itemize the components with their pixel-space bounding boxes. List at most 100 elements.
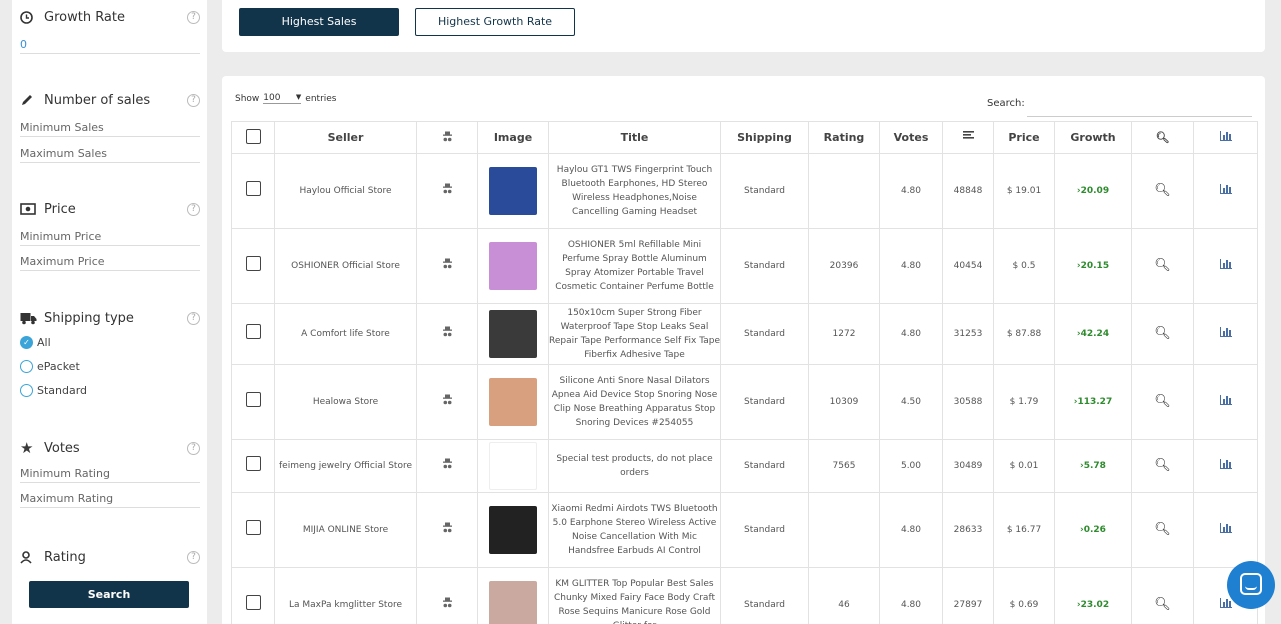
chart-icon[interactable] xyxy=(1219,597,1232,608)
help-icon[interactable]: ? xyxy=(187,10,200,24)
search-icon[interactable]: 🔍︎ xyxy=(1154,394,1171,409)
help-icon[interactable]: ? xyxy=(187,93,200,107)
seller-cell[interactable]: A Comfort life Store xyxy=(274,303,417,365)
column-shipping[interactable]: Shipping xyxy=(720,121,809,154)
row-checkbox[interactable] xyxy=(245,595,261,610)
seller-cell[interactable]: Haylou Official Store xyxy=(274,153,417,229)
search-icon[interactable]: 🔍︎ xyxy=(1154,326,1171,341)
product-image[interactable] xyxy=(489,310,537,358)
stats-cell[interactable] xyxy=(1193,303,1258,365)
product-image[interactable] xyxy=(489,242,537,290)
row-checkbox[interactable] xyxy=(245,392,261,407)
highest-sales-button[interactable]: Highest Sales xyxy=(239,8,399,36)
view-cell[interactable]: 🔍︎ xyxy=(1131,364,1194,440)
spy-cell[interactable] xyxy=(416,303,478,365)
row-checkbox[interactable] xyxy=(245,256,261,271)
table-search-input[interactable] xyxy=(1027,116,1252,117)
image-cell[interactable] xyxy=(477,492,549,568)
view-cell[interactable]: 🔍︎ xyxy=(1131,228,1194,304)
page-size-select[interactable]: 100 ▼ xyxy=(263,93,302,104)
search-icon[interactable]: 🔍︎ xyxy=(1154,258,1171,273)
search-icon[interactable]: 🔍︎ xyxy=(1154,597,1171,612)
stats-cell[interactable] xyxy=(1193,153,1258,229)
column-spy[interactable] xyxy=(416,121,478,154)
row-select-cell[interactable] xyxy=(231,439,275,493)
chart-icon[interactable] xyxy=(1219,394,1232,405)
image-cell[interactable] xyxy=(477,567,549,624)
view-cell[interactable]: 🔍︎ xyxy=(1131,492,1194,568)
title-cell[interactable]: OSHIONER 5ml Refillable Mini Perfume Spr… xyxy=(548,228,721,304)
search-icon[interactable]: 🔍︎ xyxy=(1154,522,1171,537)
help-icon[interactable]: ? xyxy=(187,311,200,325)
column-image[interactable]: Image xyxy=(477,121,549,154)
maximum-rating-input[interactable]: Maximum Rating xyxy=(20,488,200,508)
column-seller[interactable]: Seller xyxy=(274,121,417,154)
title-cell[interactable]: Silicone Anti Snore Nasal Dilators Apnea… xyxy=(548,364,721,440)
row-select-cell[interactable] xyxy=(231,153,275,229)
view-cell[interactable]: 🔍︎ xyxy=(1131,439,1194,493)
image-cell[interactable] xyxy=(477,439,549,493)
row-checkbox[interactable] xyxy=(245,181,261,196)
highest-growth-rate-button[interactable]: Highest Growth Rate xyxy=(415,8,575,36)
view-cell[interactable]: 🔍︎ xyxy=(1131,303,1194,365)
stats-cell[interactable] xyxy=(1193,492,1258,568)
column-votes[interactable]: Votes xyxy=(879,121,943,154)
image-cell[interactable] xyxy=(477,228,549,304)
view-cell[interactable]: 🔍︎ xyxy=(1131,153,1194,229)
search-button[interactable]: Search xyxy=(29,581,189,608)
maximum-sales-input[interactable]: Maximum Sales xyxy=(20,143,200,163)
search-icon[interactable]: 🔍︎ xyxy=(1154,183,1171,198)
column-price[interactable]: Price xyxy=(993,121,1055,154)
shipping-option-epacket[interactable]: ePacket xyxy=(20,354,200,378)
help-icon[interactable]: ? xyxy=(187,441,200,455)
view-cell[interactable]: 🔍︎ xyxy=(1131,567,1194,624)
seller-cell[interactable]: La MaxPa kmglitter Store xyxy=(274,567,417,624)
row-checkbox[interactable] xyxy=(245,520,261,535)
seller-cell[interactable]: feimeng jewelry Official Store xyxy=(274,439,417,493)
spy-cell[interactable] xyxy=(416,364,478,440)
spy-cell[interactable] xyxy=(416,492,478,568)
select-all-checkbox[interactable] xyxy=(245,128,261,144)
title-cell[interactable]: 150x10cm Super Strong Fiber Waterproof T… xyxy=(548,303,721,365)
seller-cell[interactable]: MIJIA ONLINE Store xyxy=(274,492,417,568)
title-cell[interactable]: Xiaomi Redmi Airdots TWS Bluetooth 5.0 E… xyxy=(548,492,721,568)
chart-icon[interactable] xyxy=(1219,326,1232,337)
shipping-option-all[interactable]: ✓ All xyxy=(20,330,200,354)
spy-cell[interactable] xyxy=(416,153,478,229)
column-rating[interactable]: Rating xyxy=(808,121,880,154)
product-image[interactable] xyxy=(489,378,537,426)
row-select-cell[interactable] xyxy=(231,567,275,624)
column-orders[interactable] xyxy=(942,121,994,154)
column-stats[interactable] xyxy=(1193,121,1258,154)
select-all-header[interactable] xyxy=(231,121,275,154)
title-cell[interactable]: KM GLITTER Top Popular Best Sales Chunky… xyxy=(548,567,721,624)
seller-cell[interactable]: OSHIONER Official Store xyxy=(274,228,417,304)
help-icon[interactable]: ? xyxy=(187,550,200,564)
column-view[interactable]: 🔍︎ xyxy=(1131,121,1194,154)
chat-launcher-button[interactable] xyxy=(1227,561,1275,609)
seller-cell[interactable]: Healowa Store xyxy=(274,364,417,440)
title-cell[interactable]: Haylou GT1 TWS Fingerprint Touch Bluetoo… xyxy=(548,153,721,229)
row-select-cell[interactable] xyxy=(231,492,275,568)
image-cell[interactable] xyxy=(477,153,549,229)
column-title[interactable]: Title xyxy=(548,121,721,154)
row-checkbox[interactable] xyxy=(245,324,261,339)
stats-cell[interactable] xyxy=(1193,364,1258,440)
shipping-option-standard[interactable]: Standard xyxy=(20,378,200,402)
chart-icon[interactable] xyxy=(1219,258,1232,269)
minimum-sales-input[interactable]: Minimum Sales xyxy=(20,117,200,137)
product-image[interactable] xyxy=(489,506,537,554)
search-icon[interactable]: 🔍︎ xyxy=(1154,458,1171,473)
row-select-cell[interactable] xyxy=(231,228,275,304)
image-cell[interactable] xyxy=(477,303,549,365)
spy-cell[interactable] xyxy=(416,439,478,493)
stats-cell[interactable] xyxy=(1193,228,1258,304)
chart-icon[interactable] xyxy=(1219,183,1232,194)
column-growth[interactable]: Growth xyxy=(1054,121,1132,154)
product-image[interactable] xyxy=(489,167,537,215)
title-cell[interactable]: Special test products, do not place orde… xyxy=(548,439,721,493)
chart-icon[interactable] xyxy=(1219,458,1232,469)
help-icon[interactable]: ? xyxy=(187,202,200,216)
spy-cell[interactable] xyxy=(416,228,478,304)
row-select-cell[interactable] xyxy=(231,364,275,440)
